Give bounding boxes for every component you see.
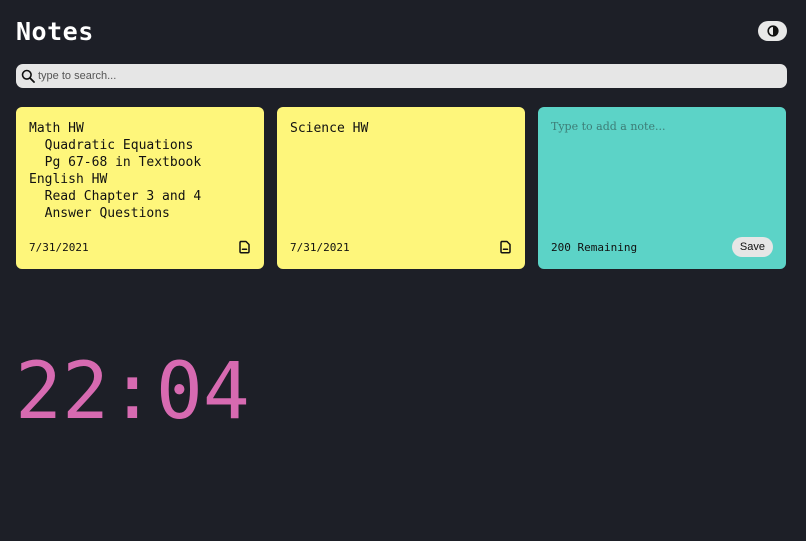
page-title: Notes — [16, 16, 94, 46]
delete-note-icon[interactable] — [499, 240, 512, 254]
note-date: 7/31/2021 — [29, 240, 89, 254]
header: Notes — [16, 0, 787, 62]
search-bar — [16, 64, 787, 88]
save-button[interactable]: Save — [731, 237, 773, 257]
new-note-input[interactable] — [551, 120, 773, 210]
note-footer: 7/31/2021 — [29, 237, 251, 257]
new-note-footer: 200 Remaining Save — [551, 237, 773, 257]
note-date: 7/31/2021 — [290, 240, 350, 254]
clock: 22:04 — [15, 347, 250, 437]
note-card: Math HW Quadratic Equations Pg 67-68 in … — [16, 107, 264, 269]
search-icon — [21, 69, 35, 83]
theme-toggle-button[interactable] — [758, 21, 787, 41]
notes-app: Notes Math HW Quadratic Equations Pg 67-… — [16, 0, 787, 269]
new-note-card: 200 Remaining Save — [538, 107, 786, 269]
search-input[interactable] — [38, 70, 787, 82]
notes-list: Math HW Quadratic Equations Pg 67-68 in … — [16, 107, 787, 269]
note-footer: 7/31/2021 — [290, 237, 512, 257]
note-card: Science HW 7/31/2021 — [277, 107, 525, 269]
contrast-icon — [766, 25, 779, 37]
delete-note-icon[interactable] — [238, 240, 251, 254]
note-text: Science HW — [290, 121, 369, 136]
remaining-count: 200 Remaining — [551, 240, 638, 254]
note-text: Math HW Quadratic Equations Pg 67-68 in … — [29, 121, 202, 221]
